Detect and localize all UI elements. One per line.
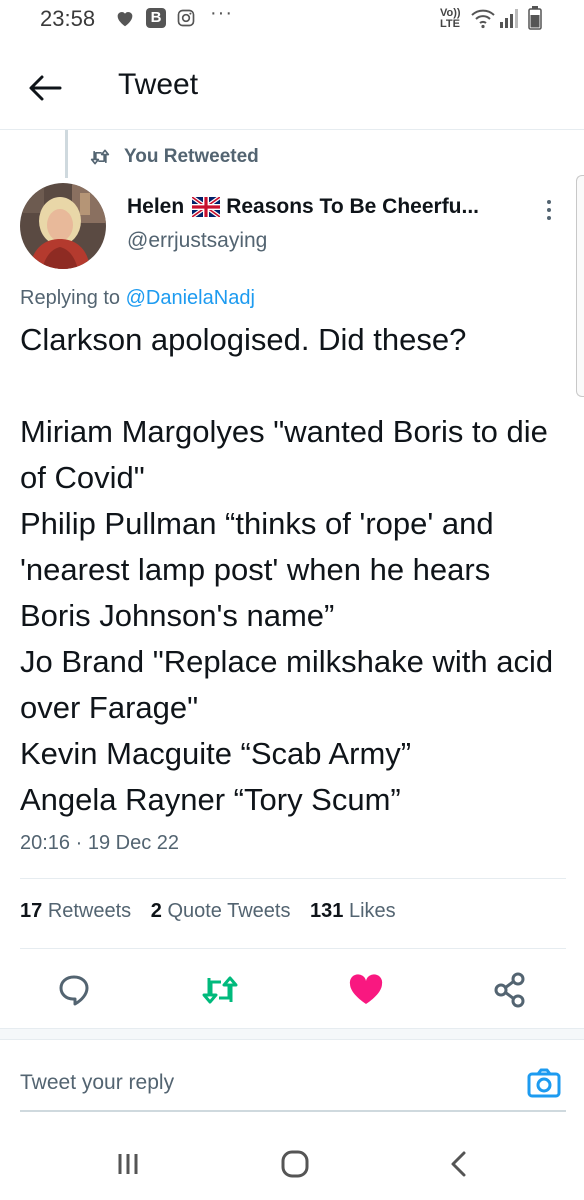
status-bar: 23:58 B ··· Vo)) LTE bbox=[0, 0, 584, 44]
network-label: Vo)) LTE bbox=[440, 7, 461, 30]
retweet-label: You Retweeted bbox=[124, 146, 259, 167]
quotes-label: Quote Tweets bbox=[167, 900, 291, 922]
scrollbar-thumb[interactable] bbox=[576, 175, 584, 397]
thread-line bbox=[65, 130, 68, 178]
camera-icon[interactable] bbox=[526, 1066, 562, 1100]
author-first-name: Helen bbox=[127, 195, 185, 218]
likes-count: 131 bbox=[310, 900, 344, 922]
tweet-paragraph: Clarkson apologised. Did these? bbox=[20, 322, 467, 357]
avatar[interactable] bbox=[20, 183, 106, 269]
tweet-paragraph: Miriam Margolyes "wanted Boris to die of… bbox=[20, 414, 548, 495]
tweet-actions bbox=[0, 960, 584, 1016]
more-options-icon[interactable] bbox=[540, 196, 558, 224]
home-icon[interactable] bbox=[275, 1146, 315, 1182]
retweet-context: You Retweeted bbox=[90, 145, 259, 169]
tweet-paragraph: Kevin Macguite “Scab Army” bbox=[20, 736, 412, 771]
b-app-icon: B bbox=[146, 8, 166, 28]
share-icon[interactable] bbox=[490, 970, 530, 1010]
author-name-rest: Reasons To Be Cheerfu... bbox=[226, 195, 480, 218]
retweet-icon bbox=[90, 149, 110, 165]
status-time: 23:58 bbox=[40, 6, 96, 31]
more-dots-icon: ··· bbox=[210, 2, 233, 24]
page-title: Tweet bbox=[118, 68, 199, 101]
heart-icon[interactable] bbox=[346, 970, 386, 1010]
reply-input-underline bbox=[20, 1110, 566, 1112]
divider bbox=[20, 878, 566, 879]
retweets-label: Retweets bbox=[47, 900, 132, 922]
tweet-paragraph: Angela Rayner “Tory Scum” bbox=[20, 782, 401, 817]
reply-input[interactable] bbox=[20, 1066, 510, 1100]
system-nav-bar bbox=[0, 1128, 584, 1200]
instagram-icon bbox=[177, 9, 195, 27]
arrow-left-icon[interactable] bbox=[22, 68, 68, 108]
battery-icon bbox=[528, 6, 542, 30]
likes-label: Likes bbox=[348, 900, 396, 922]
app-bar: Tweet bbox=[0, 44, 584, 130]
uk-flag-icon bbox=[192, 197, 221, 217]
quotes-count: 2 bbox=[150, 900, 162, 922]
heart-icon bbox=[117, 12, 133, 27]
quotes-stat[interactable]: 2 Quote Tweets bbox=[151, 900, 291, 922]
tweet-timestamp: 20:16 · 19 Dec 22 bbox=[20, 832, 179, 854]
recent-apps-icon[interactable] bbox=[108, 1146, 148, 1182]
reply-context: Replying to @DanielaNadj bbox=[20, 287, 255, 310]
author-name[interactable]: Helen Reasons To Be Cheerfu... bbox=[127, 195, 479, 219]
tweet-paragraph: Jo Brand "Replace milkshake with acid ov… bbox=[20, 644, 554, 725]
author-handle[interactable]: @errjustsaying bbox=[127, 229, 267, 253]
tweet-paragraph: Philip Pullman “thinks of 'rope' and 'ne… bbox=[20, 506, 494, 633]
tweet-text: Clarkson apologised. Did these? Miriam M… bbox=[20, 317, 568, 823]
tweet-stats: 17 Retweets 2 Quote Tweets 131 Likes bbox=[20, 900, 410, 923]
section-separator bbox=[0, 1028, 584, 1040]
reply-mention-link[interactable]: @DanielaNadj bbox=[126, 287, 255, 309]
divider bbox=[20, 948, 566, 949]
signal-icon bbox=[500, 9, 518, 28]
reply-icon[interactable] bbox=[54, 970, 94, 1010]
retweets-count: 17 bbox=[20, 900, 43, 922]
wifi-icon bbox=[471, 9, 495, 29]
back-icon[interactable] bbox=[440, 1146, 480, 1182]
retweet-icon[interactable] bbox=[200, 970, 240, 1010]
likes-stat[interactable]: 131 Likes bbox=[310, 900, 396, 922]
reply-prefix: Replying to bbox=[20, 287, 121, 309]
retweets-stat[interactable]: 17 Retweets bbox=[20, 900, 131, 922]
